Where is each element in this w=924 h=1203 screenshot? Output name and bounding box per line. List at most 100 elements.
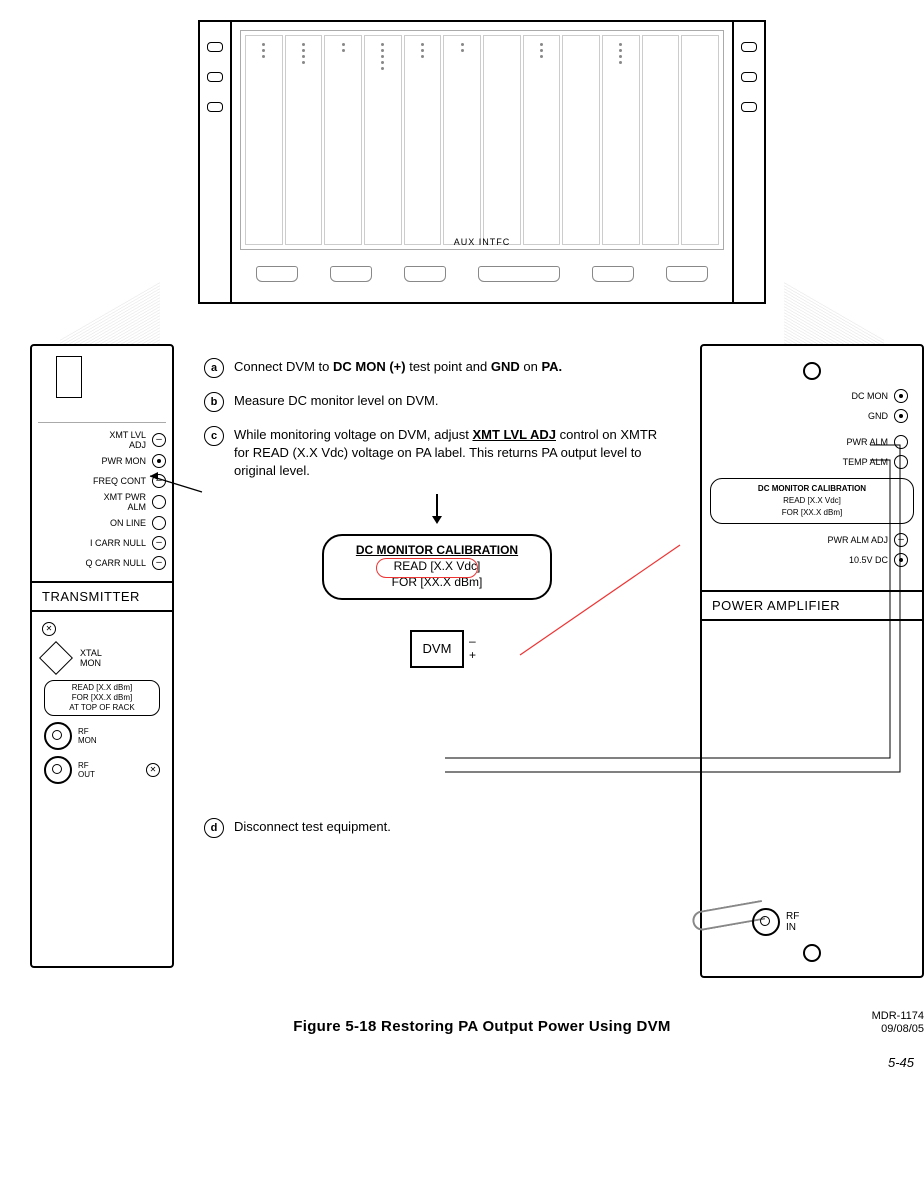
transmitter-title: TRANSMITTER: [32, 581, 172, 612]
card-slots: [240, 30, 724, 250]
label: READ [X.X Vdc]: [332, 558, 542, 574]
rf-mon-block: RF MON: [44, 722, 160, 750]
label: FOR [XX.X dBm]: [332, 574, 542, 590]
figure-caption: Figure 5-18 Restoring PA Output Power Us…: [20, 1018, 924, 1035]
text: Measure DC monitor level on DVM.: [234, 392, 438, 412]
power-amplifier-panel: DC MON GND PWR ALM TEMP ALM DC MONITOR C…: [700, 344, 924, 978]
label: RF: [786, 911, 799, 922]
text: PA.: [541, 359, 562, 374]
panel-screw-icon: [42, 622, 56, 636]
instruction-column: a Connect DVM to DC MON (+) test point a…: [174, 344, 700, 978]
temp-alm-row: TEMP ALM: [702, 452, 922, 472]
freq-cont-control[interactable]: [152, 474, 166, 488]
xmt-pwr-alm-row: XMT PWR ALM: [32, 491, 172, 513]
on-line-led: [152, 516, 166, 530]
label: 10.5V DC: [849, 555, 888, 565]
dc-mon-row: DC MON: [702, 386, 922, 406]
rf-out-block: RF OUT: [44, 756, 160, 784]
step-d: d Disconnect test equipment.: [204, 818, 670, 838]
text: Connect DVM to: [234, 359, 333, 374]
text: test point and: [406, 359, 491, 374]
label: ADJ: [129, 440, 146, 450]
read-info-pill: READ [X.X dBm] FOR [XX.X dBm] AT TOP OF …: [44, 680, 160, 716]
rf-out-connector[interactable]: [44, 756, 72, 784]
label: MON: [80, 658, 101, 668]
document-id: MDR-1174 09/08/05: [872, 1010, 924, 1036]
pa-calibration-label: DC MONITOR CALIBRATION READ [X.X Vdc] FO…: [710, 478, 914, 524]
doc-date: 09/08/05: [872, 1023, 924, 1036]
arrow-stem: [436, 494, 438, 516]
temp-alm-led: [894, 455, 908, 469]
label: ALM: [127, 502, 146, 512]
text: DC MON (+): [333, 359, 406, 374]
doc-number: MDR-1174: [872, 1010, 924, 1023]
pwr-alm-adj-row: PWR ALM ADJ: [702, 530, 922, 550]
connector-row: [240, 254, 724, 294]
pwr-alm-row: PWR ALM: [702, 432, 922, 452]
label: TEMP ALM: [843, 457, 888, 467]
xtal-mon-icon: [39, 641, 73, 675]
pwr-mon-row: PWR MON: [32, 451, 172, 471]
mounting-hole-icon: [803, 944, 821, 962]
dc-monitor-calibration-callout: DC MONITOR CALIBRATION READ [X.X Vdc] FO…: [322, 534, 552, 600]
ten5v-row: 10.5V DC: [702, 550, 922, 570]
pwr-mon-test-point[interactable]: [152, 454, 166, 468]
label: XMT PWR: [104, 492, 146, 502]
label: XMT LVL: [109, 430, 146, 440]
step-bubble: a: [204, 358, 224, 378]
freq-cont-row: FREQ CONT: [32, 471, 172, 491]
label: MON: [78, 736, 97, 745]
label: FOR [XX.X dBm]: [49, 693, 155, 703]
mounting-hole-icon: [803, 362, 821, 380]
label: RF: [78, 727, 89, 736]
step-bubble: c: [204, 426, 224, 446]
label: Q CARR NULL: [85, 558, 146, 568]
power-amp-title: POWER AMPLIFIER: [702, 590, 922, 621]
rf-in-connector[interactable]: [752, 908, 780, 936]
gnd-test-point[interactable]: [894, 409, 908, 423]
dvm-plus: +: [469, 648, 476, 662]
text: While monitoring voltage on DVM, adjust: [234, 427, 472, 442]
aux-intfc-label: AUX INTFC: [454, 237, 511, 247]
step-bubble: d: [204, 818, 224, 838]
i-carr-null-control[interactable]: [152, 536, 166, 550]
text: on: [520, 359, 542, 374]
label: XTAL: [80, 648, 102, 658]
label: PWR ALM ADJ: [827, 535, 888, 545]
label: ON LINE: [110, 518, 146, 528]
q-carr-null-control[interactable]: [152, 556, 166, 570]
equipment-rack: AUX INTFC: [230, 20, 734, 304]
xmt-lvl-adj-row: XMT LVL ADJ: [32, 429, 172, 451]
transmitter-panel: XMT LVL ADJ PWR MON FREQ CONT XMT PWR AL…: [30, 344, 174, 968]
dvm-label: DVM: [423, 640, 452, 658]
xmt-lvl-adj-control[interactable]: [152, 433, 166, 447]
rack-ear-left: [198, 20, 232, 304]
label: PWR MON: [102, 456, 147, 466]
on-line-row: ON LINE: [32, 513, 172, 533]
rf-in-block: RF IN: [752, 908, 799, 936]
label: DC MON: [852, 391, 889, 401]
pwr-alm-led: [894, 435, 908, 449]
rack-ear-right: [732, 20, 766, 304]
label: PWR ALM: [846, 437, 888, 447]
page-number: 5-45: [20, 1055, 924, 1070]
rf-mon-connector[interactable]: [44, 722, 72, 750]
q-carr-null-row: Q CARR NULL: [32, 553, 172, 573]
label: GND: [868, 411, 888, 421]
text: Disconnect test equipment.: [234, 818, 391, 838]
ten5v-test-point[interactable]: [894, 553, 908, 567]
label: RF: [78, 761, 89, 770]
label: READ [X.X dBm]: [49, 683, 155, 693]
label: DC MONITOR CALIBRATION: [721, 483, 903, 495]
step-bubble: b: [204, 392, 224, 412]
text: GND: [491, 359, 520, 374]
label: DC MONITOR CALIBRATION: [332, 542, 542, 558]
label: IN: [786, 922, 796, 933]
label: OUT: [78, 770, 95, 779]
down-arrow-icon: [432, 516, 442, 524]
dc-mon-test-point[interactable]: [894, 389, 908, 403]
xmt-pwr-alm-led: [152, 495, 166, 509]
text: XMT LVL ADJ: [472, 427, 556, 442]
label: FOR [XX.X dBm]: [721, 507, 903, 519]
pwr-alm-adj-control[interactable]: [894, 533, 908, 547]
